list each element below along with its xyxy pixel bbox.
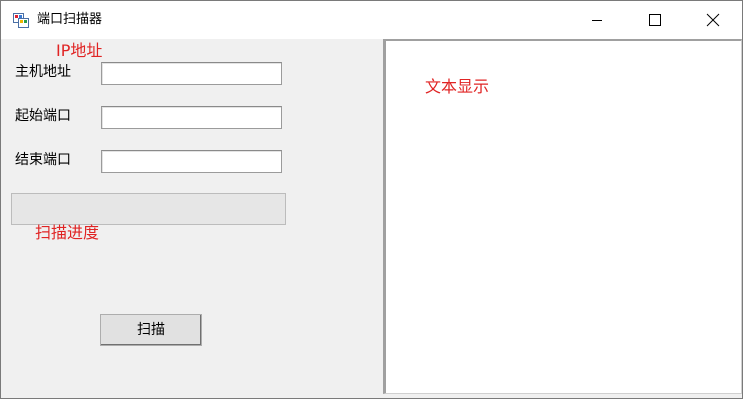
host-label: 主机地址 [15, 64, 71, 80]
minimize-icon [592, 20, 602, 21]
start-port-input[interactable] [101, 106, 282, 129]
app-icon [13, 13, 29, 28]
title-bar[interactable]: 端口扫描器 [1, 1, 742, 39]
maximize-button[interactable] [626, 1, 684, 39]
end-port-label: 结束端口 [15, 152, 71, 168]
minimize-button[interactable] [568, 1, 626, 39]
progress-annotation: 扫描进度 [35, 223, 100, 242]
ip-annotation: IP地址 [56, 41, 103, 60]
close-button[interactable] [684, 1, 742, 39]
start-port-label: 起始端口 [15, 108, 71, 124]
window-title: 端口扫描器 [37, 12, 103, 27]
scan-progress-bar [11, 193, 286, 225]
close-icon [706, 13, 720, 27]
end-port-input[interactable] [101, 150, 282, 173]
maximize-icon [649, 14, 661, 26]
host-input[interactable] [101, 62, 282, 85]
text-display-annotation: 文本显示 [425, 77, 490, 96]
scan-button[interactable]: 扫描 [100, 314, 202, 346]
main-window: 端口扫描器 IP地址 主机地址 起始端口 结束端口 扫描进度 扫描 文本显示 [0, 0, 743, 399]
